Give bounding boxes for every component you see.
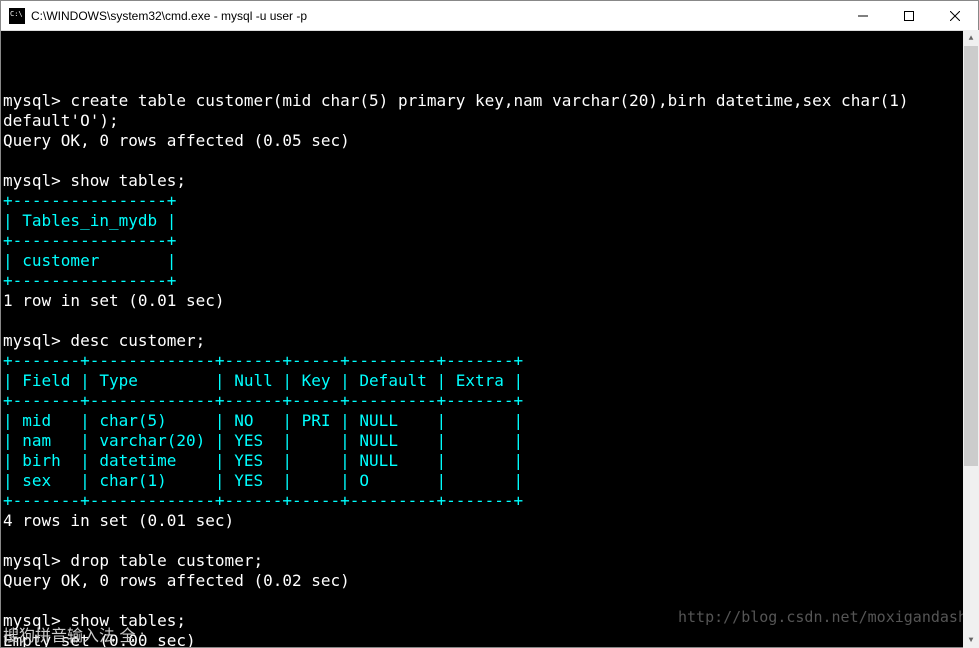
terminal-area[interactable]: mysql> create table customer(mid char(5)…	[1, 31, 978, 647]
terminal-line: default'O');	[3, 111, 119, 130]
terminal-line: 4 rows in set (0.01 sec)	[3, 511, 234, 530]
terminal-line: +-------+-------------+------+-----+----…	[3, 391, 523, 410]
terminal-line: +-------+-------------+------+-----+----…	[3, 351, 523, 370]
terminal-line: | mid | char(5) | NO | PRI | NULL | |	[3, 411, 523, 430]
terminal-line: Query OK, 0 rows affected (0.02 sec)	[3, 571, 350, 590]
terminal-line: | Field | Type | Null | Key | Default | …	[3, 371, 523, 390]
maximize-button[interactable]	[886, 1, 932, 31]
ime-status: 搜狗拼音输入法 全 :	[3, 627, 144, 647]
terminal-line: | Tables_in_mydb |	[3, 211, 176, 230]
scroll-down-arrow-icon[interactable]: ▼	[963, 632, 979, 648]
scroll-up-arrow-icon[interactable]: ▲	[963, 30, 979, 46]
terminal-line: | birh | datetime | YES | | NULL | |	[3, 451, 523, 470]
terminal-line: +-------+-------------+------+-----+----…	[3, 491, 523, 510]
terminal-line: mysql> create table customer(mid char(5)…	[3, 91, 908, 110]
vertical-scrollbar[interactable]: ▲ ▼	[963, 30, 979, 648]
terminal-line: Query OK, 0 rows affected (0.05 sec)	[3, 131, 350, 150]
terminal-line: 1 row in set (0.01 sec)	[3, 291, 225, 310]
minimize-button[interactable]	[840, 1, 886, 31]
terminal-line: +----------------+	[3, 231, 176, 250]
watermark-text: http://blog.csdn.net/moxigandashu	[678, 608, 976, 627]
terminal-line: mysql> drop table customer;	[3, 551, 263, 570]
terminal-line: | customer |	[3, 251, 176, 270]
terminal-content: mysql> create table customer(mid char(5)…	[3, 71, 976, 647]
terminal-line: | sex | char(1) | YES | | O | |	[3, 471, 523, 490]
window-title: C:\WINDOWS\system32\cmd.exe - mysql -u u…	[31, 9, 840, 23]
terminal-line: +----------------+	[3, 271, 176, 290]
terminal-line: | nam | varchar(20) | YES | | NULL | |	[3, 431, 523, 450]
window-controls	[840, 1, 978, 31]
scroll-track[interactable]	[963, 46, 979, 632]
terminal-line: mysql> desc customer;	[3, 331, 205, 350]
terminal-line: mysql> show tables;	[3, 171, 186, 190]
cmd-icon	[9, 8, 25, 24]
scroll-thumb[interactable]	[964, 46, 978, 466]
close-button[interactable]	[932, 1, 978, 31]
cmd-window: C:\WINDOWS\system32\cmd.exe - mysql -u u…	[0, 0, 979, 648]
titlebar[interactable]: C:\WINDOWS\system32\cmd.exe - mysql -u u…	[1, 1, 978, 31]
terminal-line: +----------------+	[3, 191, 176, 210]
